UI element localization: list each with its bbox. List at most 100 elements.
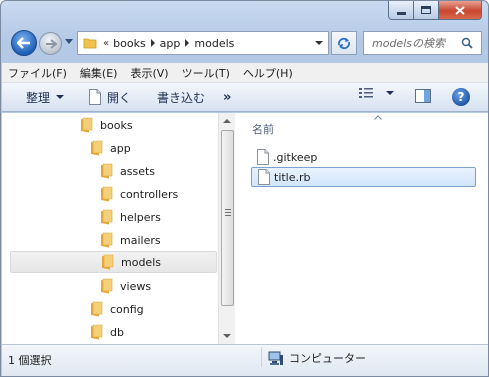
tree-item-controllers[interactable]: controllers: [10, 183, 217, 205]
tree-item-views[interactable]: views: [10, 275, 217, 297]
breadcrumb-separator[interactable]: [150, 39, 155, 47]
menu-bar: ファイル(F) 編集(E) 表示(V) ツール(T) ヘルプ(H): [2, 63, 488, 83]
forward-button[interactable]: [39, 32, 62, 55]
tree-item-label: helpers: [120, 210, 161, 224]
more-commands-button[interactable]: »: [217, 85, 237, 109]
change-view-button[interactable]: [358, 86, 394, 100]
address-overflow[interactable]: «: [103, 38, 109, 49]
scrollbar-thumb[interactable]: [221, 130, 234, 306]
recent-pages-dropdown[interactable]: [65, 39, 73, 44]
view-options-icon: [359, 88, 373, 98]
file-name: .gitkeep: [273, 150, 318, 164]
breadcrumb-models[interactable]: models: [194, 37, 234, 50]
menu-view[interactable]: 表示(V): [124, 65, 175, 81]
open-button[interactable]: 開く: [82, 85, 137, 109]
tree-item-models[interactable]: models: [10, 251, 217, 273]
tree-item-label: assets: [120, 164, 156, 178]
tree-item-label: config: [110, 302, 144, 316]
preview-pane-icon: [415, 89, 431, 103]
organize-button[interactable]: 整理: [20, 85, 70, 109]
navigation-pane: books app assets controllers helpers mai…: [2, 113, 218, 344]
file-icon: [258, 169, 270, 185]
arrow-right-icon: [45, 38, 57, 49]
search-input[interactable]: [364, 36, 459, 50]
scroll-down-arrow-icon[interactable]: [223, 334, 231, 338]
status-divider: [261, 347, 262, 367]
file-item-gitkeep[interactable]: .gitkeep: [251, 147, 476, 167]
tree-item-db[interactable]: db: [10, 321, 217, 343]
status-location: コンピューター: [268, 350, 366, 366]
tree-item-mailers[interactable]: mailers: [10, 229, 217, 251]
tree-item-helpers[interactable]: helpers: [10, 206, 217, 228]
help-button[interactable]: ?: [452, 88, 470, 106]
location-label: コンピューター: [289, 352, 366, 365]
help-icon: ?: [457, 90, 465, 104]
preview-pane-button[interactable]: [414, 87, 432, 108]
menu-tools[interactable]: ツール(T): [176, 65, 237, 81]
burn-button[interactable]: 書き込む: [151, 85, 211, 109]
search-icon: [461, 37, 473, 49]
maximize-button[interactable]: [414, 1, 439, 20]
folder-icon: [102, 254, 114, 270]
search-box[interactable]: [363, 31, 482, 55]
computer-icon: [268, 351, 283, 365]
tree-item-books[interactable]: books: [10, 114, 217, 136]
navigation-bar: « books app models: [1, 28, 488, 58]
chevron-down-icon: [386, 91, 394, 95]
tree-item-config[interactable]: config: [10, 298, 217, 320]
tree-item-app[interactable]: app: [10, 137, 217, 159]
status-bar: 1 個選択 コンピューター: [2, 344, 488, 376]
folder-icon: [101, 278, 113, 294]
folder-icon: [91, 140, 103, 156]
tree-item-label: models: [121, 255, 161, 269]
breadcrumb-separator[interactable]: [185, 39, 190, 47]
open-label: 開く: [107, 90, 132, 105]
grip-icon: [225, 209, 231, 218]
menu-edit[interactable]: 編集(E): [74, 65, 125, 81]
explorer-window: « books app models ファイル(F) 編集(E) 表示(V) ツ…: [0, 0, 489, 377]
tree-item-label: views: [120, 279, 152, 293]
file-item-title-rb[interactable]: title.rb: [251, 167, 476, 187]
tree-item-assets[interactable]: assets: [10, 160, 217, 182]
breadcrumb-label: models: [194, 36, 235, 50]
maximize-icon: [421, 6, 431, 14]
refresh-icon: [337, 37, 351, 50]
close-icon: [455, 5, 465, 15]
tree-scrollbar[interactable]: [218, 113, 235, 344]
tree-item-label: db: [110, 325, 124, 339]
close-button[interactable]: [439, 1, 482, 20]
folder-icon: [101, 232, 113, 248]
menu-help[interactable]: ヘルプ(H): [237, 65, 300, 81]
burn-label: 書き込む: [157, 90, 206, 105]
scroll-up-arrow-icon[interactable]: [223, 119, 231, 123]
refresh-button[interactable]: [331, 31, 357, 55]
folder-icon: [91, 301, 103, 317]
document-icon: [89, 89, 102, 105]
tree-item-label: mailers: [120, 233, 161, 247]
organize-label: 整理: [26, 90, 51, 105]
folder-icon: [101, 209, 113, 225]
menu-file[interactable]: ファイル(F): [2, 65, 74, 81]
back-button[interactable]: [11, 30, 37, 56]
breadcrumb-books[interactable]: books: [113, 37, 160, 50]
more-label: »: [223, 89, 232, 105]
column-header-name[interactable]: 名前: [252, 121, 274, 137]
breadcrumb-label: app: [159, 36, 181, 50]
address-bar[interactable]: « books app models: [77, 31, 329, 55]
breadcrumb-label: books: [113, 36, 146, 50]
minimize-button[interactable]: [388, 1, 414, 20]
file-name: title.rb: [274, 170, 311, 184]
breadcrumb-app[interactable]: app: [160, 37, 195, 50]
folder-icon: [91, 324, 103, 340]
caption-buttons: [388, 1, 482, 20]
file-icon: [257, 149, 269, 165]
minimize-icon: [396, 11, 406, 15]
folder-icon: [101, 186, 113, 202]
tree-item-label: books: [100, 118, 133, 132]
address-dropdown[interactable]: [315, 41, 323, 45]
arrow-left-icon: [17, 37, 30, 49]
folder-icon: [83, 38, 97, 49]
tree-item-label: app: [110, 141, 131, 155]
selection-count: 1 個選択: [8, 354, 52, 367]
sort-ascending-icon: [374, 115, 382, 120]
